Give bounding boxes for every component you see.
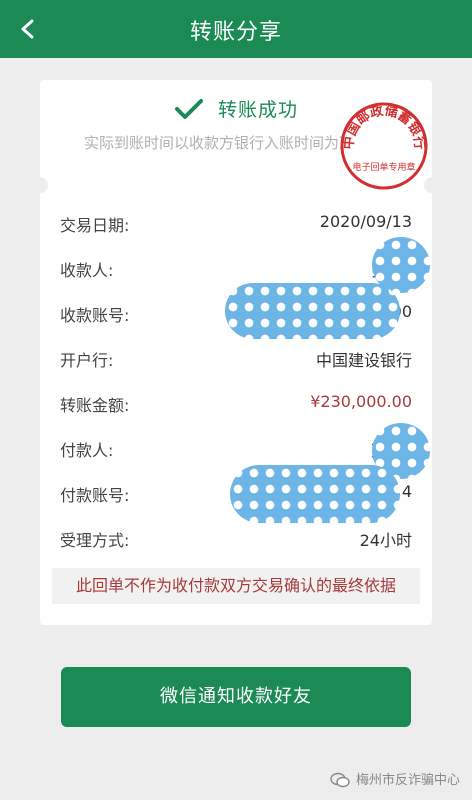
detail-label: 收款账号: — [60, 306, 130, 325]
detail-label: 开户行: — [60, 351, 114, 370]
receipt-card: 转账成功 实际到账时间以收款方银行入账时间为准 中国邮政储蓄银行 电子回单专用章… — [32, 80, 440, 625]
detail-value: 中国建设银行 — [315, 351, 412, 370]
detail-label: 交易日期: — [60, 216, 130, 235]
bank-seal-stamp: 中国邮政储蓄银行 电子回单专用章 — [340, 102, 428, 190]
stamp-text-bottom: 电子回单专用章 — [352, 161, 415, 173]
redaction-blur-payer-account — [230, 465, 400, 523]
detail-value-amount: ¥230,000.00 — [310, 392, 412, 411]
page-title: 转账分享 — [189, 20, 282, 45]
source-watermark: 梅州市反诈骗中心 — [330, 769, 460, 789]
separator-notch-right — [424, 177, 440, 193]
detail-label: 付款账号: — [60, 486, 130, 505]
watermark-text: 梅州市反诈骗中心 — [355, 772, 460, 788]
separator-notch-left — [32, 177, 48, 193]
wechat-icon — [330, 772, 350, 788]
detail-label: 转账金额: — [60, 396, 130, 415]
detail-label: 受理方式: — [60, 531, 130, 550]
detail-row-amount: 转账金额: ¥230,000.00 — [40, 386, 432, 431]
detail-value: 2020/09/13 — [319, 212, 412, 231]
detail-row-date: 交易日期: 2020/09/13 — [40, 206, 432, 251]
detail-row-method: 受理方式: 24小时 — [40, 521, 432, 566]
detail-row-bank: 开户行: 中国建设银行 — [40, 341, 432, 386]
detail-label: 收款人: — [60, 261, 114, 280]
redaction-blur-payee-account — [225, 283, 400, 339]
notify-payee-button[interactable]: 微信通知收款好友 — [61, 667, 411, 727]
disclaimer-notice: 此回单不作为收付款双方交易确认的最终依据 — [52, 568, 420, 604]
detail-label: 付款人: — [60, 441, 114, 460]
detail-value: 24小时 — [359, 531, 412, 550]
checkmark-icon — [174, 98, 203, 119]
status-title: 转账成功 — [217, 99, 298, 121]
header-bar: 转账分享 — [0, 0, 472, 58]
